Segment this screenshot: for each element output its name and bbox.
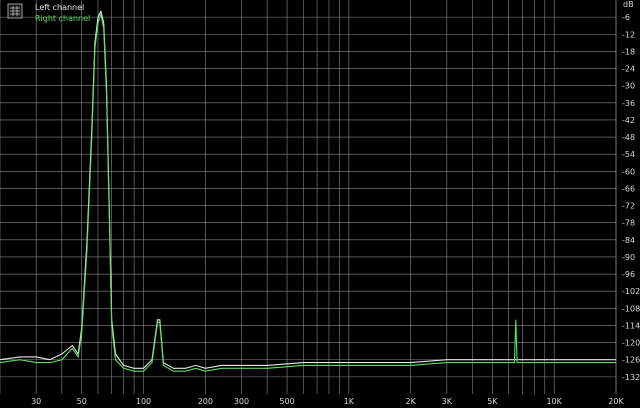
legend-left-channel: Left channel (35, 3, 84, 12)
y-tick-label: -72 (622, 202, 635, 211)
y-axis-unit-label: dB (623, 0, 634, 9)
y-tick-label: -54 (622, 150, 635, 159)
x-tick-label: 1K (344, 397, 355, 406)
series-layer (0, 9, 616, 372)
y-tick-label: -90 (622, 253, 635, 262)
x-tick-label: 20K (608, 397, 624, 406)
x-axis-ticks: 30 50 100 200 300 500 1K 2K 3K 5K 10K 20K (31, 397, 624, 406)
y-tick-label: -42 (622, 116, 635, 125)
series-line-left-channel (0, 9, 616, 369)
x-tick-label: 5K (487, 397, 498, 406)
y-tick-label: -30 (622, 82, 635, 91)
x-tick-label: 30 (31, 397, 41, 406)
legend-right-channel: Right channel (35, 14, 90, 23)
y-tick-label: -36 (622, 99, 635, 108)
x-tick-label: 2K (405, 397, 416, 406)
y-tick-label: -60 (622, 167, 635, 176)
y-tick-label: -132 (622, 373, 640, 382)
spectrum-chart: dB -6 -12 -18 -24 -30 -36 -42 -48 -54 -60 -66 -72 -7… (0, 0, 640, 406)
y-tick-label: -120 (622, 339, 640, 348)
grid-icon[interactable] (7, 3, 23, 19)
y-tick-label: -48 (622, 133, 635, 142)
y-tick-label: -84 (622, 236, 635, 245)
y-tick-label: -126 (622, 356, 640, 365)
legend: Left channel Right channel (7, 3, 90, 23)
y-tick-label: -24 (622, 65, 635, 74)
y-tick-label: -114 (622, 321, 640, 330)
x-tick-label: 10K (546, 397, 562, 406)
x-tick-label: 50 (77, 397, 87, 406)
y-tick-label: -6 (622, 13, 630, 22)
x-tick-label: 500 (279, 397, 294, 406)
x-tick-label: 100 (136, 397, 151, 406)
y-tick-label: -78 (622, 219, 635, 228)
grid-lines (0, 0, 617, 394)
y-tick-label: -108 (622, 304, 640, 313)
y-tick-label: -12 (622, 30, 635, 39)
y-axis-ticks: dB -6 -12 -18 -24 -30 -36 -42 -48 -54 -60 -66 -72 -7… (622, 0, 640, 382)
x-tick-label: 300 (234, 397, 249, 406)
x-tick-label: 200 (198, 397, 213, 406)
x-tick-label: 3K (442, 397, 453, 406)
y-tick-label: -102 (622, 287, 640, 296)
y-tick-label: -66 (622, 184, 635, 193)
y-tick-label: -96 (622, 270, 635, 279)
series-line-right-channel (0, 12, 616, 372)
y-tick-label: -18 (622, 47, 635, 56)
